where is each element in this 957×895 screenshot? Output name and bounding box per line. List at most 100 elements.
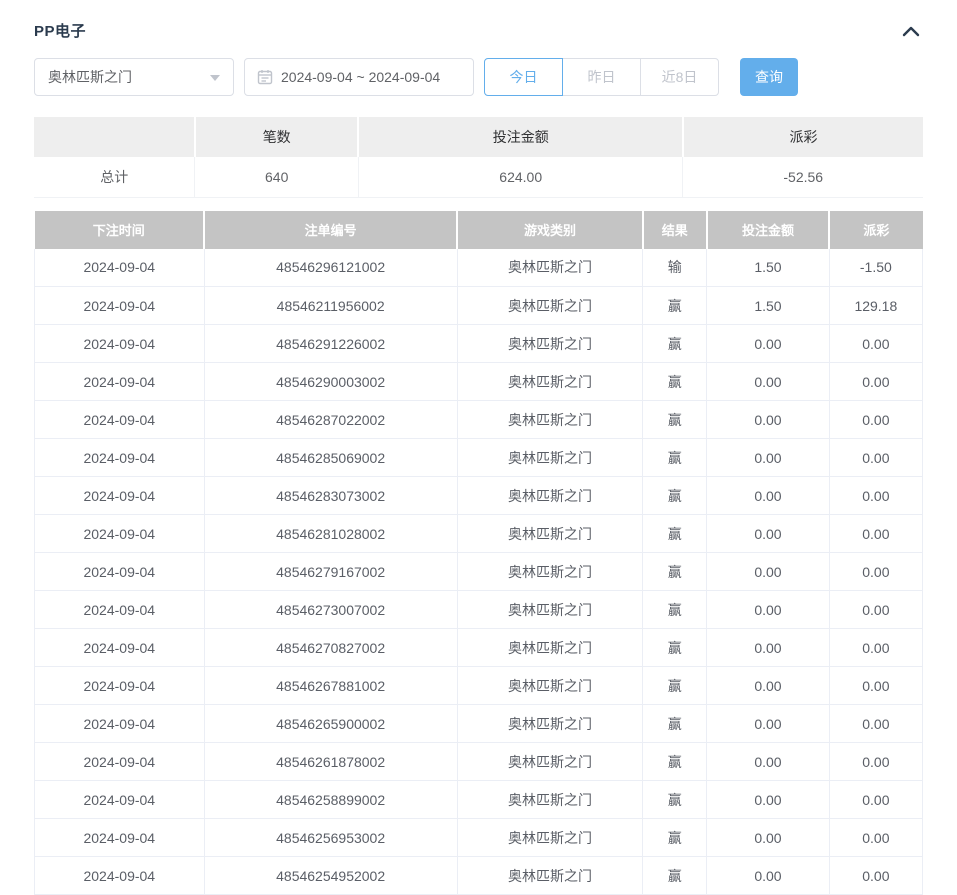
cell-payout: 0.00 (829, 819, 922, 857)
cell-payout: 0.00 (829, 857, 922, 895)
cell-result: 赢 (643, 287, 707, 325)
cell-bet-time: 2024-09-04 (35, 249, 205, 287)
table-row: 2024-09-04 48546273007002 奥林匹斯之门 赢 0.00 … (35, 591, 923, 629)
cell-bet-time: 2024-09-04 (35, 781, 205, 819)
header-game-category: 游戏类别 (457, 211, 643, 249)
cell-game-category: 奥林匹斯之门 (457, 705, 643, 743)
cell-bet-amount: 0.00 (707, 515, 830, 553)
cell-payout: 0.00 (829, 705, 922, 743)
cell-payout: 0.00 (829, 477, 922, 515)
cell-game-category: 奥林匹斯之门 (457, 591, 643, 629)
cell-order-no: 48546254952002 (204, 857, 457, 895)
pp-panel: PP电子 奥林匹斯之门 2024-09-04 ~ 20 (0, 0, 957, 895)
header-result: 结果 (643, 211, 707, 249)
cell-result: 赢 (643, 439, 707, 477)
table-row: 2024-09-04 48546258899002 奥林匹斯之门 赢 0.00 … (35, 781, 923, 819)
summary-header-count: 笔数 (195, 117, 359, 157)
cell-bet-time: 2024-09-04 (35, 629, 205, 667)
header-bet-amount: 投注金额 (707, 211, 830, 249)
cell-game-category: 奥林匹斯之门 (457, 781, 643, 819)
cell-game-category: 奥林匹斯之门 (457, 553, 643, 591)
cell-result: 赢 (643, 743, 707, 781)
quick-range-button[interactable]: 昨日 (562, 58, 641, 96)
cell-bet-amount: 0.00 (707, 743, 830, 781)
summary-header-blank (34, 117, 195, 157)
summary-header-bet-amount: 投注金额 (358, 117, 682, 157)
cell-bet-time: 2024-09-04 (35, 515, 205, 553)
panel-header: PP电子 (34, 0, 923, 41)
cell-bet-time: 2024-09-04 (35, 325, 205, 363)
cell-bet-time: 2024-09-04 (35, 363, 205, 401)
cell-game-category: 奥林匹斯之门 (457, 515, 643, 553)
cell-bet-amount: 0.00 (707, 705, 830, 743)
cell-order-no: 48546258899002 (204, 781, 457, 819)
cell-game-category: 奥林匹斯之门 (457, 667, 643, 705)
cell-bet-time: 2024-09-04 (35, 591, 205, 629)
table-row: 2024-09-04 48546267881002 奥林匹斯之门 赢 0.00 … (35, 667, 923, 705)
cell-payout: 0.00 (829, 439, 922, 477)
table-row: 2024-09-04 48546290003002 奥林匹斯之门 赢 0.00 … (35, 363, 923, 401)
game-select[interactable]: 奥林匹斯之门 (34, 58, 234, 96)
header-payout: 派彩 (829, 211, 922, 249)
chevron-down-icon (210, 75, 220, 81)
quick-range-button[interactable]: 近8日 (640, 58, 719, 96)
records-header-row: 下注时间 注单编号 游戏类别 结果 投注金额 派彩 (35, 211, 923, 249)
cell-order-no: 48546267881002 (204, 667, 457, 705)
summary-total-row: 总计 640 624.00 -52.56 (34, 157, 923, 197)
quick-range-button[interactable]: 今日 (484, 58, 563, 96)
records-table: 下注时间 注单编号 游戏类别 结果 投注金额 派彩 2024-09-04 485… (34, 211, 923, 895)
calendar-icon (257, 69, 273, 85)
cell-order-no: 48546281028002 (204, 515, 457, 553)
cell-bet-time: 2024-09-04 (35, 477, 205, 515)
summary-total-count: 640 (195, 157, 359, 197)
collapse-button[interactable] (899, 22, 923, 40)
chevron-up-icon (901, 26, 921, 41)
cell-bet-amount: 0.00 (707, 819, 830, 857)
cell-payout: 0.00 (829, 591, 922, 629)
cell-result: 赢 (643, 667, 707, 705)
cell-result: 赢 (643, 401, 707, 439)
cell-payout: 0.00 (829, 515, 922, 553)
cell-game-category: 奥林匹斯之门 (457, 819, 643, 857)
cell-bet-time: 2024-09-04 (35, 705, 205, 743)
table-row: 2024-09-04 48546279167002 奥林匹斯之门 赢 0.00 … (35, 553, 923, 591)
table-row: 2024-09-04 48546254952002 奥林匹斯之门 赢 0.00 … (35, 857, 923, 895)
cell-bet-time: 2024-09-04 (35, 401, 205, 439)
cell-bet-time: 2024-09-04 (35, 667, 205, 705)
game-select-value: 奥林匹斯之门 (48, 67, 132, 87)
summary-total-payout: -52.56 (683, 157, 923, 197)
quick-range-group: 今日 昨日 近8日 (484, 58, 719, 96)
cell-result: 赢 (643, 553, 707, 591)
cell-result: 赢 (643, 781, 707, 819)
cell-result: 赢 (643, 477, 707, 515)
cell-game-category: 奥林匹斯之门 (457, 363, 643, 401)
cell-order-no: 48546265900002 (204, 705, 457, 743)
cell-bet-time: 2024-09-04 (35, 287, 205, 325)
cell-result: 赢 (643, 515, 707, 553)
cell-bet-amount: 0.00 (707, 325, 830, 363)
cell-result: 赢 (643, 705, 707, 743)
cell-game-category: 奥林匹斯之门 (457, 249, 643, 287)
table-row: 2024-09-04 48546283073002 奥林匹斯之门 赢 0.00 … (35, 477, 923, 515)
query-button[interactable]: 查询 (740, 58, 798, 96)
cell-bet-amount: 0.00 (707, 667, 830, 705)
cell-bet-time: 2024-09-04 (35, 743, 205, 781)
cell-order-no: 48546256953002 (204, 819, 457, 857)
cell-result: 赢 (643, 629, 707, 667)
header-bet-time: 下注时间 (35, 211, 205, 249)
cell-game-category: 奥林匹斯之门 (457, 401, 643, 439)
cell-order-no: 48546261878002 (204, 743, 457, 781)
cell-bet-time: 2024-09-04 (35, 819, 205, 857)
cell-bet-amount: 0.00 (707, 477, 830, 515)
cell-payout: 0.00 (829, 781, 922, 819)
cell-payout: 0.00 (829, 667, 922, 705)
table-row: 2024-09-04 48546281028002 奥林匹斯之门 赢 0.00 … (35, 515, 923, 553)
cell-result: 输 (643, 249, 707, 287)
cell-payout: 0.00 (829, 743, 922, 781)
cell-order-no: 48546283073002 (204, 477, 457, 515)
cell-order-no: 48546287022002 (204, 401, 457, 439)
date-range-picker[interactable]: 2024-09-04 ~ 2024-09-04 (244, 58, 474, 96)
table-row: 2024-09-04 48546265900002 奥林匹斯之门 赢 0.00 … (35, 705, 923, 743)
cell-order-no: 48546273007002 (204, 591, 457, 629)
page-title: PP电子 (34, 20, 86, 41)
